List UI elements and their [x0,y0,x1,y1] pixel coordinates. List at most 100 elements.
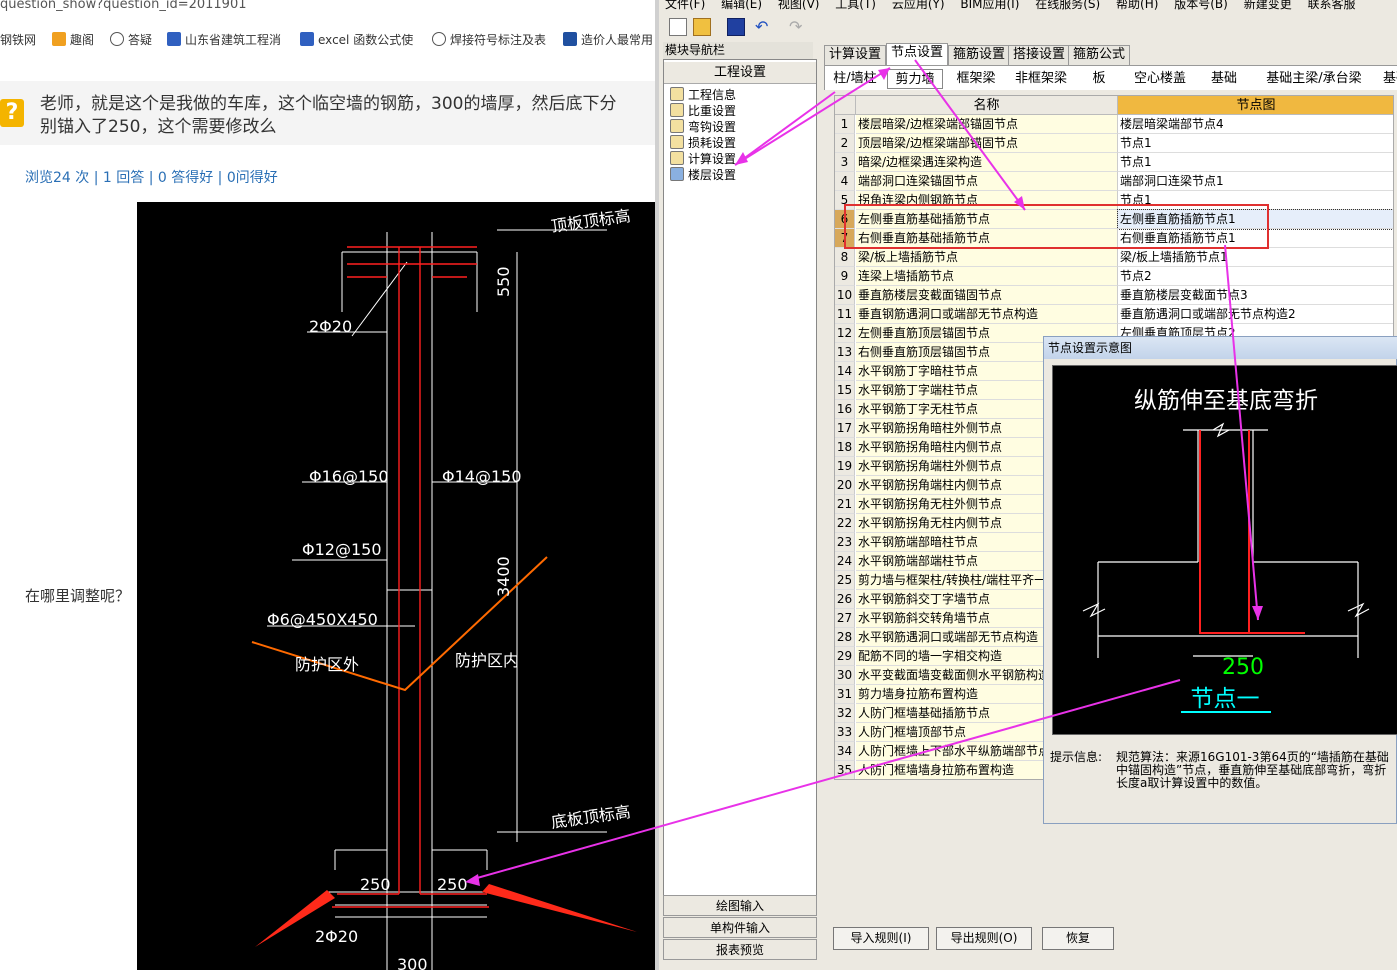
cad-hor-rebar: Φ12@150 [302,540,382,559]
tab-lap-settings[interactable]: 搭接设置 [1008,45,1071,65]
nav-item-floor[interactable]: 楼层设置 [670,167,736,183]
row-node[interactable]: 节点1 [1118,134,1393,153]
row-node[interactable]: 垂直筋遇洞口或端部无节点构造2 [1118,305,1393,324]
table-row[interactable]: 8 梁/板上墙插筋节点 梁/板上墙插筋节点1 [835,248,1393,267]
table-row[interactable]: 4 端部洞口连梁锚固节点 端部洞口连梁节点1 [835,172,1393,191]
bookmark-item[interactable]: 山东省建筑工程消 [167,31,281,49]
table-row[interactable]: 2 顶层暗梁/边框梁端部锚固节点 节点1 [835,134,1393,153]
bookmark-item[interactable]: 钢铁网 [0,31,36,49]
menu-view[interactable]: 视图(V) [778,0,820,11]
row-name: 梁/板上墙插筋节点 [856,248,1118,267]
row-name: 端部洞口连梁锚固节点 [856,172,1118,191]
bookmarks-bar: 钢铁网 趣阁 答疑 山东省建筑工程消 excel 函数公式使 焊接符号标注及表 … [0,29,655,53]
nav-item-density[interactable]: 比重设置 [670,103,736,119]
hint-label: 提示信息: [1050,750,1103,764]
dialog-title[interactable]: 节点设置示意图 [1044,337,1397,359]
grid-corner [835,96,856,115]
save-icon[interactable] [727,18,745,36]
subtab-hollow-floor[interactable]: 空心楼盖 [1125,69,1195,89]
table-row[interactable]: 9 连梁上墙插筋节点 节点2 [835,267,1393,286]
subtab-column[interactable]: 柱/墙柱 [825,69,885,89]
tab-stirrup-settings[interactable]: 箍筋设置 [948,45,1011,65]
menu-support[interactable]: 联系客服 [1308,0,1356,11]
nav-title[interactable]: 工程设置 [664,62,816,84]
row-number: 10 [835,286,855,305]
subtab-foundation[interactable]: 基础 [1199,69,1249,89]
bookmark-icon [52,32,66,46]
node-diagram-svg: 纵筋伸至基底弯折 250 节点一 [1082,388,1370,713]
tab-stirrup-formula[interactable]: 箍筋公式 [1068,45,1131,65]
project-info-icon [670,87,684,101]
restore-button[interactable]: 恢复 [1042,927,1114,950]
export-rules-button[interactable]: 导出规则(O) [936,927,1032,950]
menu-version[interactable]: 版本号(B) [1174,0,1228,11]
cad-right-rebar: Φ14@150 [442,467,522,486]
row-node[interactable]: 垂直筋楼层变截面节点3 [1118,286,1393,305]
question-stats[interactable]: 浏览24 次 | 1 回答 | 0 答得好 | 0问得好 [25,167,278,187]
row-number: 17 [835,419,855,438]
row-node[interactable]: 梁/板上墙插筋节点1 [1118,248,1393,267]
cad-dim-550: 550 [494,266,513,297]
tab-node-settings[interactable]: 节点设置 [886,43,949,65]
new-file-icon[interactable] [669,18,687,36]
subtab-slab[interactable]: 板 [1077,69,1121,89]
bookmark-item[interactable]: 趣阁 [52,31,94,49]
menu-online[interactable]: 在线服务(S) [1035,0,1100,11]
undo-icon[interactable]: ↶ [755,18,773,36]
row-name: 垂直钢筋遇洞口或端部无节点构造 [856,305,1118,324]
bookmark-item[interactable]: 答疑 [110,31,152,49]
menu-bim[interactable]: BIM应用(I) [960,0,1019,11]
table-row[interactable]: 1 楼层暗梁/边框梁端部锚固节点 楼层暗梁端部节点4 [835,115,1393,134]
row-number: 31 [835,685,855,704]
cad-dim-left: 250 [360,875,391,894]
row-number: 3 [835,153,855,172]
menu-edit[interactable]: 编辑(E) [721,0,762,11]
row-number: 23 [835,533,855,552]
cad-inside-label: 防护区内 [455,651,519,670]
row-number: 32 [835,704,855,723]
subtab-frame-beam[interactable]: 框架梁 [947,69,1005,89]
nav-item-hook[interactable]: 弯钩设置 [670,119,736,135]
nav-button-report[interactable]: 报表预览 [663,939,817,960]
nav-item-loss[interactable]: 损耗设置 [670,135,736,151]
row-node[interactable]: 端部洞口连梁节点1 [1118,172,1393,191]
bookmark-item[interactable]: 造价人最常用 [563,31,653,49]
menu-help[interactable]: 帮助(H) [1116,0,1158,11]
subtab-foundation-beam[interactable]: 基础主梁/承台梁 [1253,69,1375,89]
row-name: 顶层暗梁/边框梁端部锚固节点 [856,134,1118,153]
row-number: 26 [835,590,855,609]
open-folder-icon[interactable] [693,18,711,36]
table-row[interactable]: 11 垂直钢筋遇洞口或端部无节点构造 垂直筋遇洞口或端部无节点构造2 [835,305,1393,324]
subtab-nonframe-beam[interactable]: 非框架梁 [1009,69,1073,89]
row-number: 14 [835,362,855,381]
site-icon [563,32,577,46]
menu-file[interactable]: 文件(F) [665,0,705,11]
table-row[interactable]: 10 垂直筋楼层变截面锚固节点 垂直筋楼层变截面节点3 [835,286,1393,305]
row-node[interactable]: 节点1 [1118,153,1393,172]
nav-panel: 工程设置 工程信息 比重设置 弯钩设置 损耗设置 计算设置 楼层设置 [663,59,817,899]
nav-item-calc[interactable]: 计算设置 [670,151,736,167]
row-number: 18 [835,438,855,457]
row-node[interactable]: 楼层暗梁端部节点4 [1118,115,1393,134]
browser-page: question_show?question_id=2011901 钢铁网 趣阁… [0,0,655,970]
redo-icon[interactable]: ↷ [789,18,807,36]
table-row[interactable]: 3 暗梁/边框梁遇连梁构造 节点1 [835,153,1393,172]
nav-item-project-info[interactable]: 工程信息 [670,87,736,103]
import-rules-button[interactable]: 导入规则(I) [833,927,929,950]
subtab-foundation-more[interactable]: 基础 [1381,69,1397,89]
bookmark-item[interactable]: excel 函数公式使 [300,31,413,49]
row-node[interactable]: 节点2 [1118,267,1393,286]
menu-tools[interactable]: 工具(T) [835,0,876,11]
menu-cloud[interactable]: 云应用(Y) [892,0,945,11]
subtab-shear-wall[interactable]: 剪力墙 [887,69,943,89]
globe-icon [432,32,446,46]
menu-new-change[interactable]: 新建变更 [1244,0,1292,11]
tab-calc-settings[interactable]: 计算设置 [824,45,887,65]
bookmark-item[interactable]: 焊接符号标注及表 [432,31,546,49]
cad-tie-rebar: Φ6@450X450 [267,610,378,629]
node-diagram: 纵筋伸至基底弯折 250 节点一 [1052,365,1397,735]
nav-button-draw[interactable]: 绘图输入 [663,895,817,916]
row-number: 28 [835,628,855,647]
address-bar-url[interactable]: question_show?question_id=2011901 [0,0,246,12]
nav-button-single[interactable]: 单构件输入 [663,917,817,938]
